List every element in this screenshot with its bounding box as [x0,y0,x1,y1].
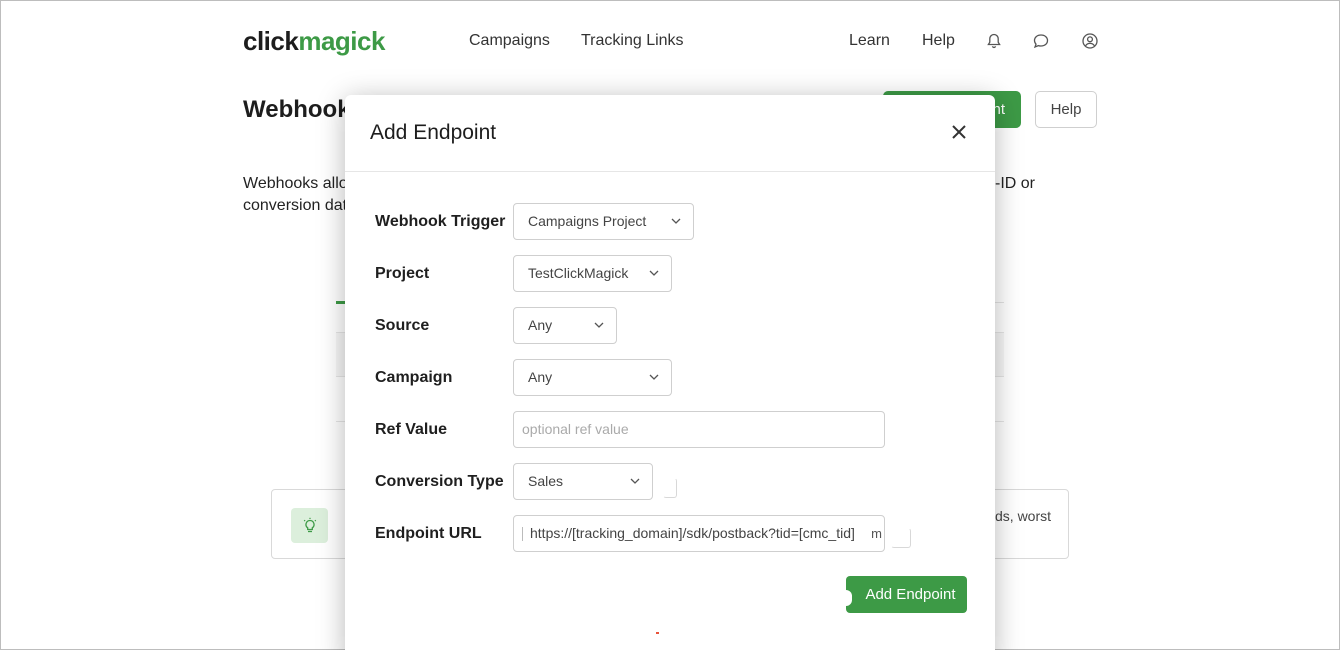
endpoint-url-value: https://[tracking_domain]/sdk/postback?t… [530,525,855,541]
webhook-trigger-select[interactable]: Campaigns Project [513,203,694,240]
campaign-select[interactable]: Any [513,359,672,396]
source-label: Source [375,317,430,334]
campaign-value: Any [528,369,553,385]
chevron-down-icon [630,478,640,484]
chevron-down-icon [594,322,604,328]
source-value: Any [528,317,553,333]
conversion-type-value: Sales [528,473,564,489]
webhook-trigger-label: Webhook Trigger [375,213,506,230]
project-select[interactable]: TestClickMagick [513,255,672,292]
red-dot [656,632,659,634]
modal-title: Add Endpoint [370,121,497,144]
close-icon[interactable] [948,121,970,143]
add-endpoint-modal: Add Endpoint Webhook Trigger Campaigns P… [345,95,995,650]
project-label: Project [375,265,430,282]
endpoint-url-tail: m [871,526,882,541]
conversion-type-select[interactable]: Sales [513,463,653,500]
chevron-down-icon [649,270,659,276]
button-notch [842,590,852,606]
modal-header: Add Endpoint [345,95,995,172]
webhook-trigger-value: Campaigns Project [528,213,647,229]
ref-value-placeholder: optional ref value [522,421,629,437]
source-select[interactable]: Any [513,307,617,344]
ref-value-input[interactable]: optional ref value [513,411,885,448]
chevron-down-icon [649,374,659,380]
campaign-label: Campaign [375,369,453,386]
chevron-down-icon [671,218,681,224]
endpoint-url-copy-toggle[interactable] [891,528,911,548]
endpoint-url-label: Endpoint URL [375,525,482,542]
project-value: TestClickMagick [528,265,629,281]
text-cursor [522,527,523,541]
conversion-type-help-toggle[interactable] [663,478,677,498]
endpoint-url-input[interactable]: https://[tracking_domain]/sdk/postback?t… [513,515,885,552]
conversion-type-label: Conversion Type [375,473,504,490]
add-endpoint-button[interactable]: Add Endpoint [846,576,967,613]
ref-value-label: Ref Value [375,421,448,438]
